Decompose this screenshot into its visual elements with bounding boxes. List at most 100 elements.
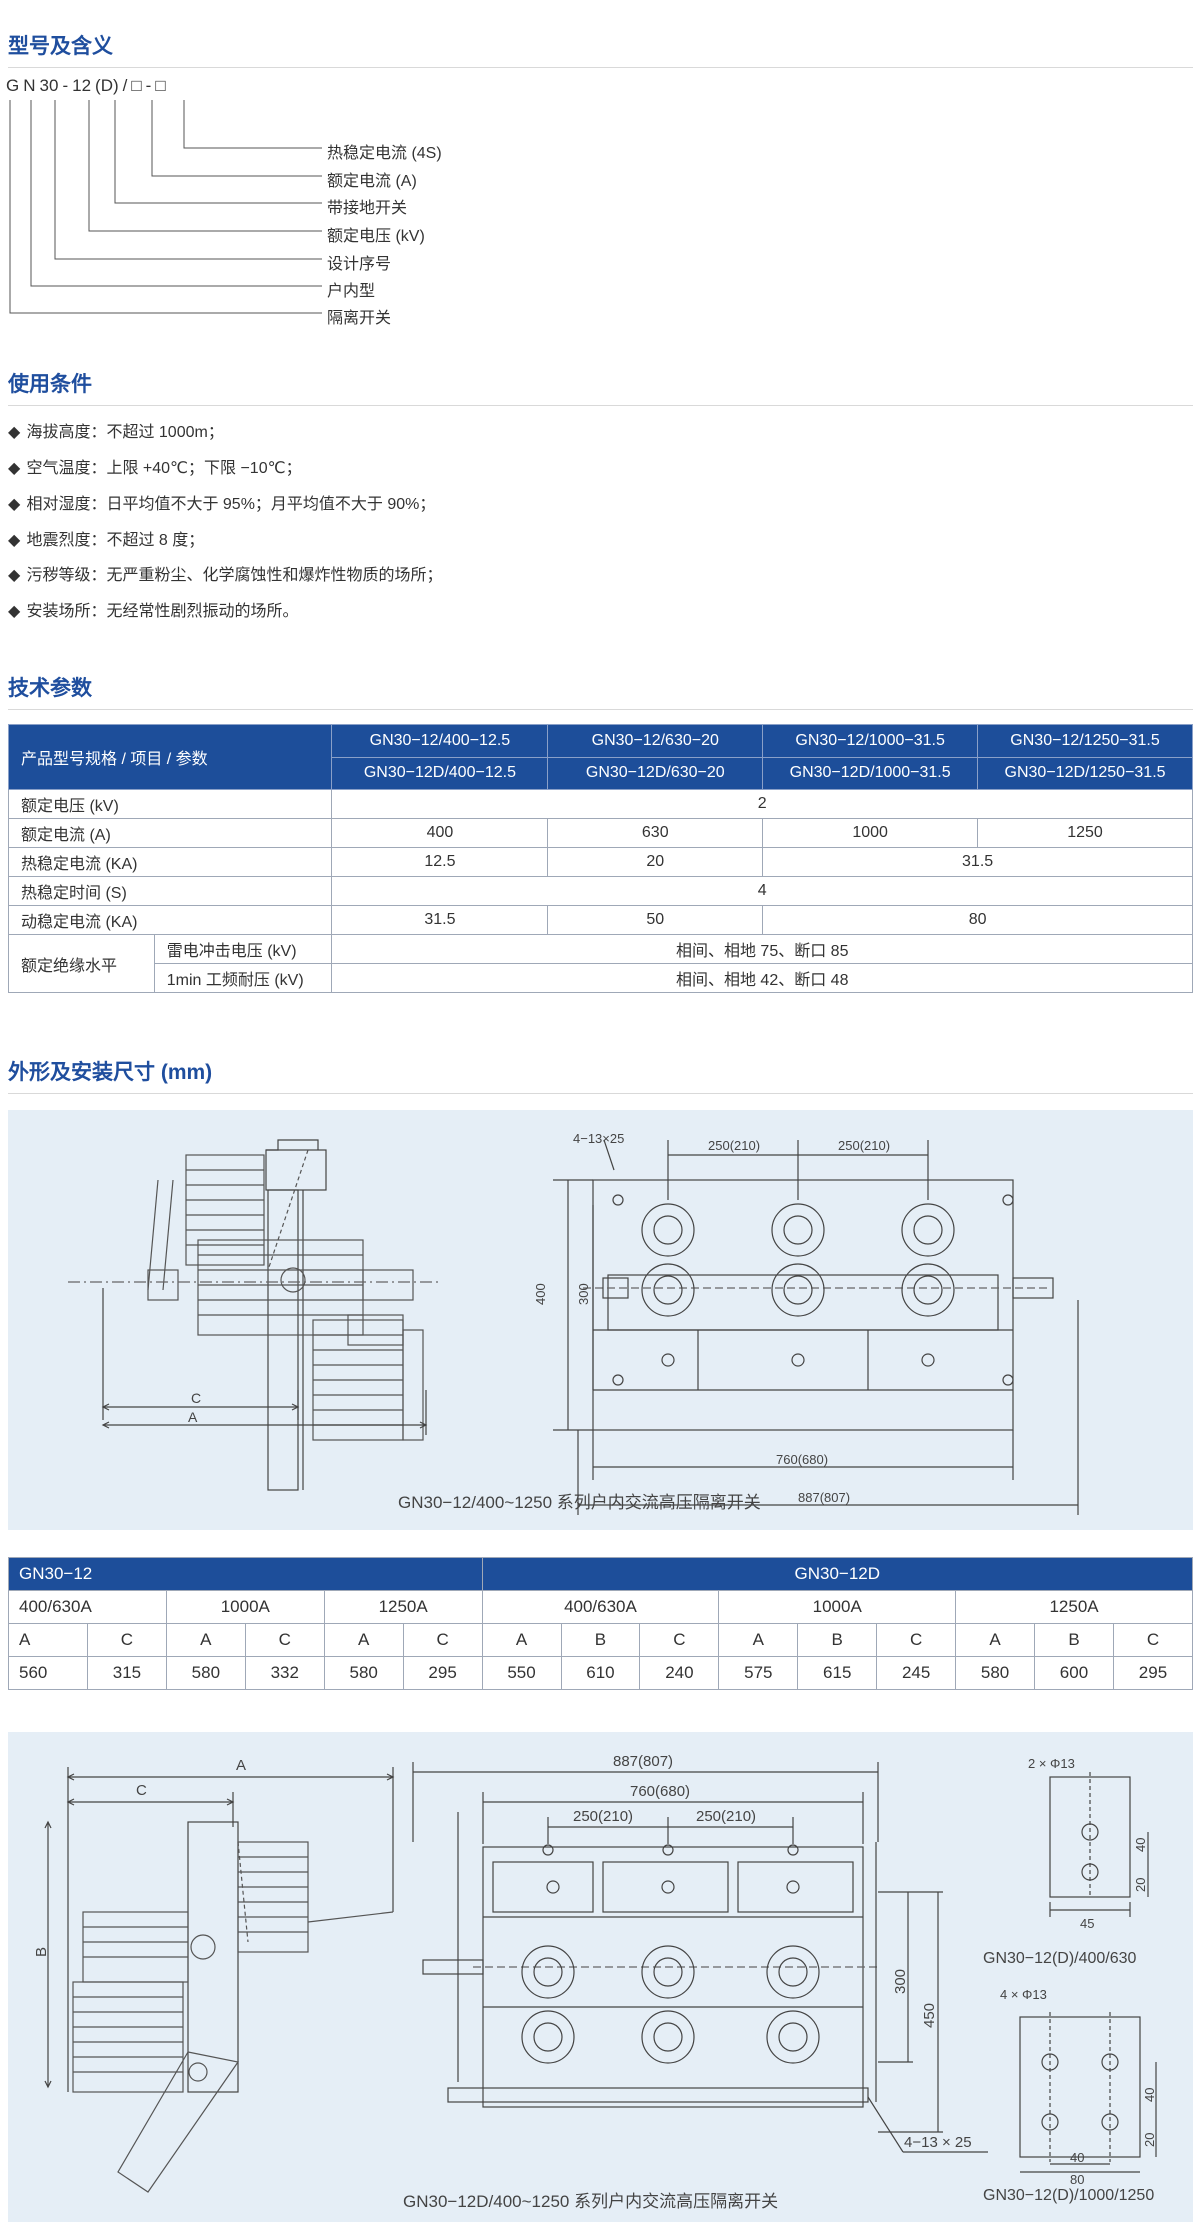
legend-item: 隔离开关: [327, 310, 392, 327]
condition-item: ◆ 海拔高度：不超过 1000m；: [8, 424, 224, 441]
col-header: A: [165, 1623, 246, 1657]
dim-label-40c: 40: [1070, 2150, 1084, 2165]
col-header: C: [86, 1623, 167, 1657]
row-label: 额定电流 (A): [7, 818, 333, 848]
legend-item: 额定电压 (kV): [327, 228, 425, 245]
dim-label-40a: 40: [1133, 1838, 1148, 1852]
section-title-tech: 技术参数: [8, 677, 92, 700]
col-header: C: [876, 1623, 957, 1657]
table-cell: 12.5: [331, 847, 549, 877]
row-label: 额定电压 (kV): [7, 789, 333, 819]
table-cell: 相间、相地 42、断口 48: [331, 963, 1193, 993]
table-cell: 580: [323, 1656, 404, 1690]
col-header: A: [481, 1623, 562, 1657]
table-cell: 295: [1112, 1656, 1194, 1690]
switch-drawing-2: A C B 887(807) 760(680) 250(210) 250(210…: [33, 1753, 1157, 2193]
divider: [8, 1093, 1193, 1094]
col-header: A: [323, 1623, 404, 1657]
dim-label-300: 300: [892, 1969, 909, 1994]
model-header: GN30−12/1000−31.5: [762, 724, 979, 758]
dimension-table: GN30−12 GN30−12D 400/630A 1000A 1250A 40…: [8, 1557, 1194, 1690]
model-header: GN30−12/1250−31.5: [977, 724, 1193, 758]
row-label: 额定绝缘水平: [8, 934, 155, 993]
table-cell: 615: [797, 1656, 878, 1690]
condition-text: 地震烈度：不超过 8 度；: [26, 532, 205, 549]
dim-label-45: 45: [1080, 1916, 1094, 1931]
table-cell: 20: [547, 847, 764, 877]
group-header: GN30−12D: [481, 1557, 1194, 1591]
dim-label-760: 760(680): [630, 1783, 690, 1800]
table-cell: 80: [762, 905, 1193, 935]
condition-text: 安装场所：无经常性剧烈振动的场所。: [26, 603, 299, 620]
table-cell: 550: [481, 1656, 562, 1690]
table-cell: 31.5: [762, 847, 1193, 877]
drawing-caption-right: GN30−12(D)/1000/1250: [983, 2187, 1155, 2204]
divider: [8, 405, 1193, 406]
table-cell: 2: [331, 789, 1193, 819]
model-header: GN30−12D/400−12.5: [331, 756, 549, 790]
model-header: GN30−12D/630−20: [547, 756, 764, 790]
table-cell: 580: [165, 1656, 246, 1690]
drawing-panel-1: C A 4−13×25 250(210) 250(210) 400 300 76…: [8, 1110, 1193, 1530]
legend-item: 额定电流 (A): [327, 173, 417, 190]
table-cell: 580: [955, 1656, 1036, 1690]
table-cell: 245: [876, 1656, 957, 1690]
dim-label-300: 300: [576, 1283, 591, 1305]
table-cell: 575: [718, 1656, 799, 1690]
model-header: GN30−12/630−20: [547, 724, 764, 758]
table-cell: 400: [331, 818, 549, 848]
col-header: A: [718, 1623, 799, 1657]
dim-label-b: B: [33, 1947, 50, 1957]
table-cell: 1250: [977, 818, 1193, 848]
model-leader-lines: [9, 100, 322, 314]
page: 型号及含义 G N 30-12 (D) / □ - □ 热稳定电流 (4S) 额定电流 (A)…: [0, 0, 1200, 2234]
col-header: B: [797, 1623, 878, 1657]
dim-label-250a: 250(210): [708, 1138, 760, 1153]
table-cell: 50: [547, 905, 764, 935]
dim-label-887: 887(807): [798, 1490, 850, 1505]
col-header: B: [1034, 1623, 1114, 1657]
legend-item: 热稳定电流 (4S): [327, 145, 442, 162]
table-cell: 1000: [762, 818, 979, 848]
table-cell: 295: [402, 1656, 483, 1690]
col-header: C: [639, 1623, 720, 1657]
row-sublabel: 雷电冲击电压 (kV): [153, 934, 333, 964]
table-cell: 630: [547, 818, 764, 848]
condition-text: 海拔高度：不超过 1000m；: [26, 424, 224, 441]
row-sublabel: 1min 工频耐压 (kV): [153, 963, 333, 993]
dim-label-hole4: 4 × Φ13: [1000, 1987, 1047, 2002]
legend-item: 设计序号: [327, 256, 392, 273]
model-header: GN30−12/400−12.5: [331, 724, 549, 758]
dim-label-c: C: [136, 1782, 147, 1799]
range-header: 1000A: [165, 1590, 325, 1624]
col-header: C: [244, 1623, 325, 1657]
range-header: 1250A: [955, 1590, 1193, 1624]
col-header: A: [955, 1623, 1036, 1657]
table-cell: 240: [639, 1656, 720, 1690]
col-header: C: [402, 1623, 483, 1657]
condition-item: ◆ 安装场所：无经常性剧烈振动的场所。: [8, 603, 299, 620]
condition-item: ◆ 相对湿度：日平均值不大于 95%；月平均值不大于 90%；: [8, 496, 436, 513]
table-cell: 332: [244, 1656, 325, 1690]
condition-item: ◆ 空气温度：上限 +40℃；下限 −10℃；: [8, 460, 302, 477]
range-header: 400/630A: [8, 1590, 167, 1624]
row-label: 动稳定电流 (KA): [7, 905, 333, 935]
model-header: GN30−12D/1250−31.5: [977, 756, 1193, 790]
row-label: 热稳定时间 (S): [7, 876, 333, 906]
col-header: A: [8, 1623, 88, 1657]
dim-label-holes: 4−13×25: [573, 1131, 624, 1146]
dim-label-40b: 40: [1142, 2088, 1157, 2102]
drawing-caption-1: GN30−12/400~1250 系列户内交流高压隔离开关: [398, 1493, 761, 1512]
condition-text: 污秽等级：无严重粉尘、化学腐蚀性和爆炸性物质的场所；: [26, 567, 443, 584]
dim-label-holes: 4−13 × 25: [904, 2134, 972, 2151]
range-header: 400/630A: [481, 1590, 720, 1624]
table-cell: 610: [560, 1656, 641, 1690]
dim-label-250a: 250(210): [573, 1808, 633, 1825]
col-header: C: [1112, 1623, 1194, 1657]
dim-label-a: A: [188, 1409, 198, 1425]
dim-label-887: 887(807): [613, 1753, 673, 1770]
row-label: 热稳定电流 (KA): [7, 847, 333, 877]
condition-text: 相对湿度：日平均值不大于 95%；月平均值不大于 90%；: [26, 496, 436, 513]
table-cell: 600: [1034, 1656, 1114, 1690]
condition-text: 空气温度：上限 +40℃；下限 −10℃；: [26, 460, 302, 477]
